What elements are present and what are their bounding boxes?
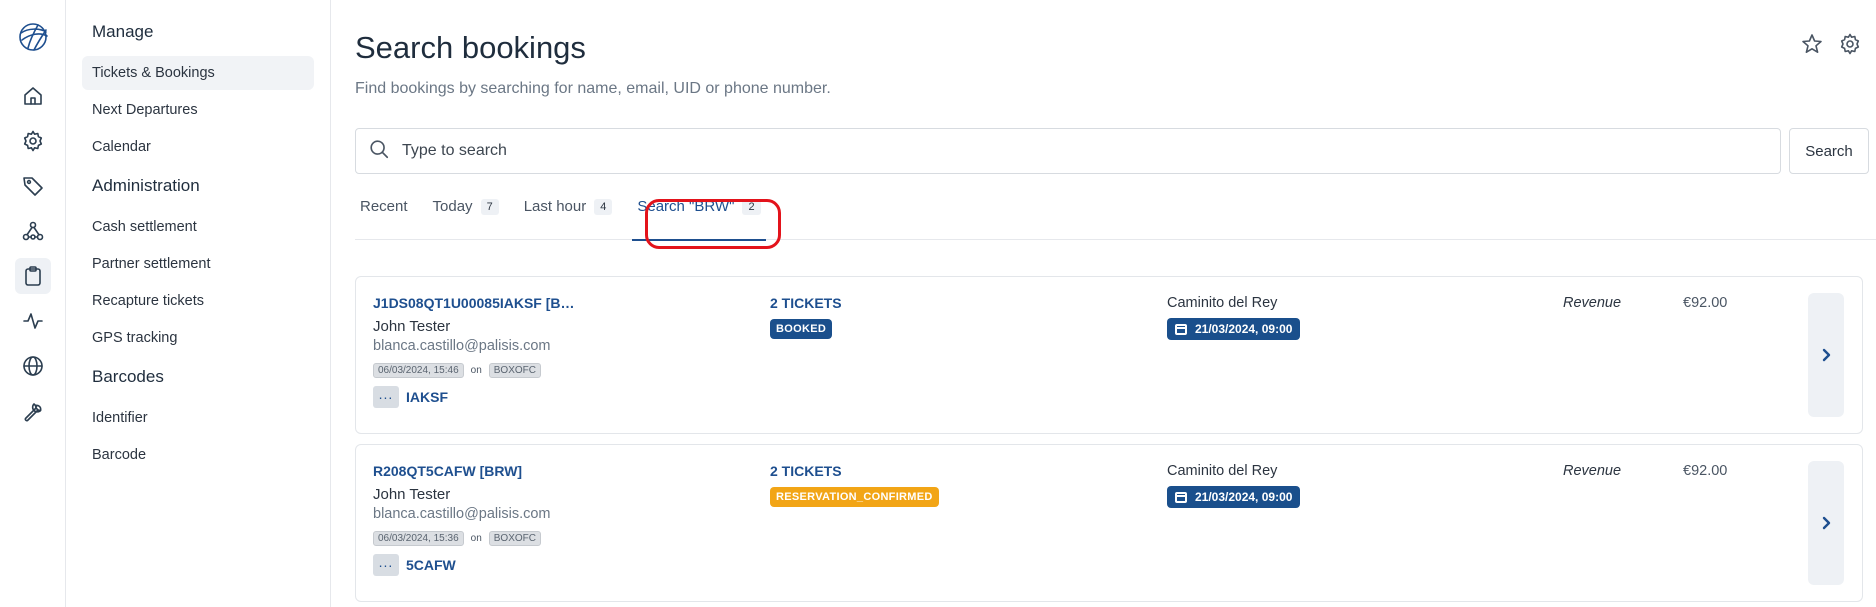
tab-label: Last hour [523, 198, 587, 215]
globe-icon[interactable] [15, 348, 51, 384]
search-box[interactable] [355, 128, 1781, 174]
tab-count-badge: 2 [742, 199, 761, 215]
search-icon [368, 138, 390, 165]
search-button[interactable]: Search [1789, 128, 1869, 174]
booking-code[interactable]: IAKSF [406, 389, 448, 405]
open-booking-button[interactable] [1808, 293, 1844, 417]
main-content: Search bookings Find bookings by searchi… [331, 0, 1876, 607]
network-icon[interactable] [15, 213, 51, 249]
booking-uid[interactable]: R208QT5CAFW [BRW] [373, 463, 753, 479]
calendar-icon [1175, 492, 1187, 503]
customer-name: John Tester [373, 318, 451, 335]
more-options-icon[interactable]: ... [373, 554, 399, 576]
product-name: Caminito del Rey [1167, 463, 1278, 479]
wrench-icon[interactable] [15, 393, 51, 429]
settings-gear-icon[interactable] [1838, 32, 1862, 61]
departure-date-badge: 21/03/2024, 09:00 [1167, 486, 1301, 508]
booking-info: R208QT5CAFW [BRW] John Tester blanca.cas… [373, 463, 753, 576]
clipboard-icon[interactable] [14, 258, 51, 294]
on-label: on [470, 365, 482, 376]
sidebar-item-recapture-tickets[interactable]: Recapture tickets [82, 284, 314, 318]
open-booking-button[interactable] [1808, 461, 1844, 585]
icon-rail [0, 0, 66, 607]
on-label: on [470, 533, 482, 544]
sidebar-item-gps-tracking[interactable]: GPS tracking [82, 321, 314, 355]
tickets-info: 2 TICKETS BOOKED [770, 295, 842, 339]
customer-name: John Tester [373, 486, 451, 503]
secondary-sidebar: Manage Tickets & Bookings Next Departure… [66, 0, 331, 607]
ticket-count: 2 TICKETS [770, 463, 842, 479]
booking-code[interactable]: 5CAFW [406, 557, 456, 573]
status-badge: BOOKED [770, 319, 833, 339]
booking-card[interactable]: R208QT5CAFW [BRW] John Tester blanca.cas… [355, 444, 1863, 602]
revenue-label: Revenue [1563, 463, 1622, 479]
star-icon[interactable] [1800, 32, 1824, 61]
tab-today[interactable]: Today 7 [428, 198, 504, 240]
search-row: Search [355, 128, 1876, 174]
activity-icon[interactable] [15, 303, 51, 339]
calendar-icon [1175, 324, 1187, 335]
sidebar-item-partner-settlement[interactable]: Partner settlement [82, 247, 314, 281]
sidebar-item-barcode[interactable]: Barcode [82, 438, 314, 472]
product-info: Caminito del Rey 21/03/2024, 09:00 [1167, 295, 1301, 340]
sidebar-item-identifier[interactable]: Identifier [82, 401, 314, 435]
tab-last-hour[interactable]: Last hour 4 [519, 198, 618, 240]
tab-label: Today [432, 198, 473, 215]
section-manage-heading: Manage [92, 22, 154, 41]
product-info: Caminito del Rey 21/03/2024, 09:00 [1167, 463, 1301, 508]
tag-icon[interactable] [15, 168, 51, 204]
home-icon[interactable] [15, 78, 51, 114]
booking-code-row: ... 5CAFW [373, 554, 753, 576]
tab-label: Search "BRW" [637, 198, 735, 215]
section-administration-heading: Administration [92, 176, 200, 195]
booking-meta: 06/03/2024, 15:36 on BOXOFC [373, 531, 753, 546]
booking-uid[interactable]: J1DS08QT1U00085IAKSF [B… [373, 295, 753, 311]
search-input[interactable] [402, 142, 1762, 160]
sidebar-item-calendar[interactable]: Calendar [82, 130, 314, 164]
more-options-icon[interactable]: ... [373, 386, 399, 408]
chevron-right-icon [1822, 348, 1831, 362]
gear-icon[interactable] [15, 123, 51, 159]
tickets-info: 2 TICKETS RESERVATION_CONFIRMED [770, 463, 939, 507]
status-badge: RESERVATION_CONFIRMED [770, 487, 939, 507]
revenue-label: Revenue [1563, 295, 1622, 311]
revenue-amount: €92.00 [1683, 295, 1728, 311]
tab-label: Recent [360, 198, 408, 215]
tab-count-badge: 4 [594, 199, 613, 215]
sidebar-item-cash-settlement[interactable]: Cash settlement [82, 210, 314, 244]
booking-list: J1DS08QT1U00085IAKSF [B… John Tester bla… [355, 276, 1863, 602]
chevron-right-icon [1822, 516, 1831, 530]
channel-badge: BOXOFC [488, 363, 541, 378]
sidebar-item-next-departures[interactable]: Next Departures [82, 93, 314, 127]
section-barcodes-heading: Barcodes [92, 367, 164, 386]
booking-card[interactable]: J1DS08QT1U00085IAKSF [B… John Tester bla… [355, 276, 1863, 434]
tab-search-brw[interactable]: Search "BRW" 2 [632, 198, 766, 241]
channel-badge: BOXOFC [488, 531, 541, 546]
page-title: Search bookings [355, 30, 586, 65]
globe-logo-icon[interactable] [16, 20, 50, 54]
booking-meta: 06/03/2024, 15:46 on BOXOFC [373, 363, 753, 378]
top-actions [1800, 32, 1862, 61]
booking-code-row: ... IAKSF [373, 386, 753, 408]
customer-email: blanca.castillo@palisis.com [373, 506, 551, 522]
ticket-count: 2 TICKETS [770, 295, 842, 311]
departure-date: 21/03/2024, 09:00 [1195, 322, 1293, 336]
departure-date-badge: 21/03/2024, 09:00 [1167, 318, 1301, 340]
product-name: Caminito del Rey [1167, 295, 1278, 311]
revenue-amount: €92.00 [1683, 463, 1728, 479]
created-timestamp: 06/03/2024, 15:46 [373, 363, 464, 378]
app: Manage Tickets & Bookings Next Departure… [0, 0, 1876, 607]
departure-date: 21/03/2024, 09:00 [1195, 490, 1293, 504]
tab-count-badge: 7 [480, 199, 499, 215]
booking-info: J1DS08QT1U00085IAKSF [B… John Tester bla… [373, 295, 753, 408]
booking-tabs: Recent Today 7 Last hour 4 Search "BRW" … [355, 198, 1876, 241]
sidebar-item-tickets-bookings[interactable]: Tickets & Bookings [82, 56, 314, 90]
customer-email: blanca.castillo@palisis.com [373, 338, 551, 354]
created-timestamp: 06/03/2024, 15:36 [373, 531, 464, 546]
page-subtitle: Find bookings by searching for name, ema… [355, 80, 831, 97]
tab-recent[interactable]: Recent [355, 198, 413, 240]
